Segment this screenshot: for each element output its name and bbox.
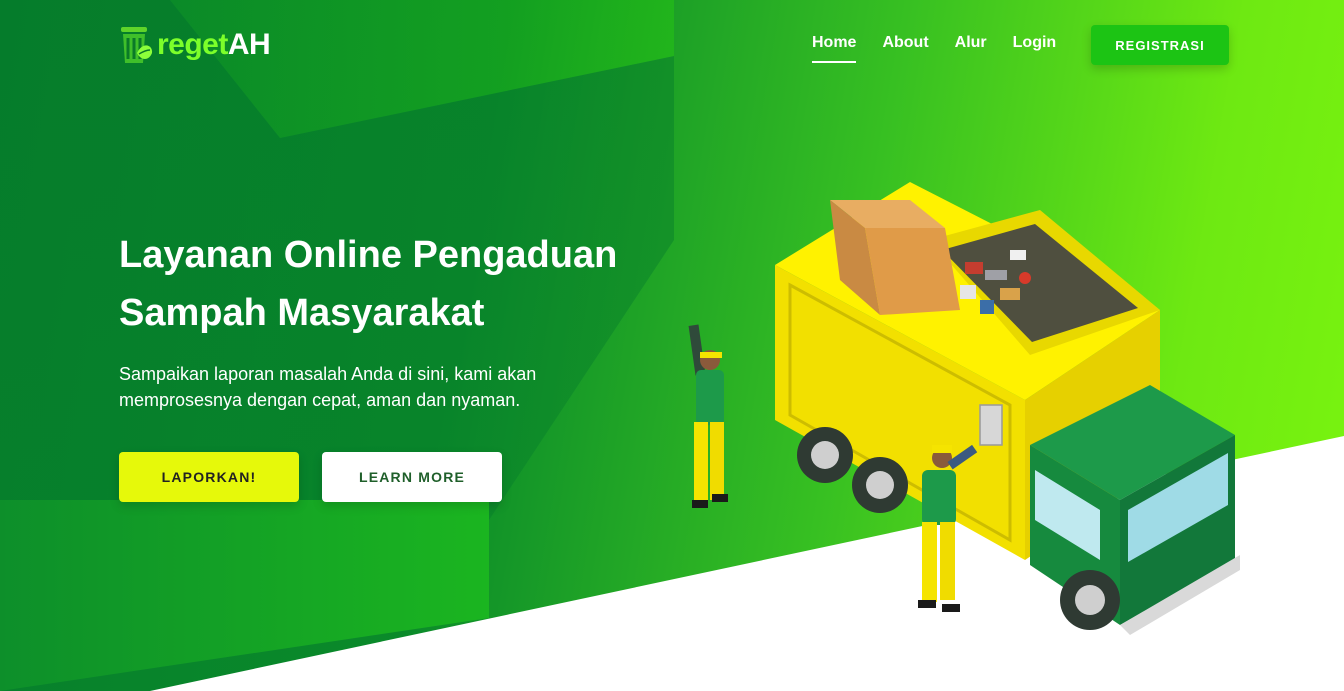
hero-title-line1: Layanan Online Pengaduan bbox=[119, 234, 618, 276]
truck-control-box bbox=[979, 404, 1003, 446]
brand-logo[interactable]: regetAH bbox=[119, 23, 271, 67]
brand-name-part1: reget bbox=[157, 28, 228, 61]
hero-title: Layanan Online Pengaduan Sampah Masyarak… bbox=[119, 226, 679, 342]
brand-name-part2: AH bbox=[227, 28, 271, 61]
hero-title-line2: Sampah Masyarakat bbox=[119, 292, 485, 334]
brand-name: regetAH bbox=[157, 28, 271, 62]
nav-login[interactable]: Login bbox=[1013, 34, 1057, 63]
trash-can-leaf-icon bbox=[121, 27, 153, 63]
report-button[interactable]: LAPORKAN! bbox=[119, 452, 299, 502]
box-front bbox=[865, 228, 960, 315]
nav-alur[interactable]: Alur bbox=[955, 34, 987, 63]
nav-home[interactable]: Home bbox=[812, 34, 857, 63]
garbage-truck-illustration bbox=[688, 182, 1240, 635]
hero-subtitle-line1: Sampaikan laporan masalah Anda di sini, … bbox=[119, 364, 537, 384]
worker-left bbox=[688, 324, 728, 508]
hero-subtitle: Sampaikan laporan masalah Anda di sini, … bbox=[119, 361, 589, 413]
main-nav: Home About Alur Login bbox=[812, 34, 1056, 63]
hero-subtitle-line2: memprosesnya dengan cepat, aman dan nyam… bbox=[119, 390, 521, 410]
nav-about[interactable]: About bbox=[882, 34, 928, 63]
learn-more-button[interactable]: LEARN MORE bbox=[322, 452, 502, 502]
register-button[interactable]: REGISTRASI bbox=[1091, 25, 1229, 65]
